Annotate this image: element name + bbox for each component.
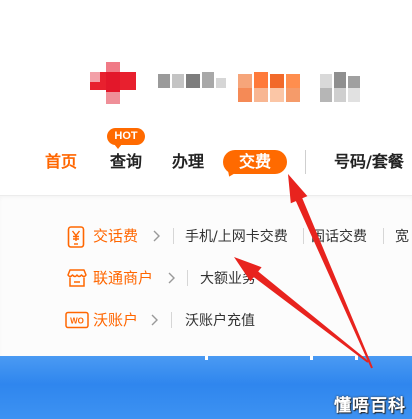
menu-link-landline-payment[interactable]: 固话交费 <box>311 228 367 246</box>
logo-mosaic-block <box>320 74 332 88</box>
menu-link-mobile-topup[interactable]: 手机/上网卡交费 <box>185 228 288 246</box>
blurred-logo[interactable] <box>88 60 376 108</box>
menu-divider <box>383 228 384 244</box>
menu-link-broadband[interactable]: 宽 <box>395 228 409 246</box>
logo-mosaic-block <box>286 88 300 102</box>
menu-category-unicom-merchant[interactable]: 联通商户 <box>93 269 153 287</box>
logo-mosaic-block <box>238 74 252 88</box>
banner-speck <box>355 356 358 360</box>
nav-item-query[interactable]: 查询 <box>110 152 142 172</box>
logo-mosaic-block <box>216 78 226 88</box>
nav-item-payment[interactable]: 交费 <box>223 150 287 174</box>
store-icon <box>67 269 87 287</box>
banner-speck <box>205 356 208 360</box>
chevron-right-icon <box>151 314 158 326</box>
menu-category-wo-account[interactable]: 沃账户 <box>93 311 138 329</box>
nav-item-handle[interactable]: 办理 <box>172 152 204 172</box>
watermark: 懂唔百科 <box>334 396 406 416</box>
logo-mosaic-block <box>238 88 252 102</box>
logo-mosaic-block <box>334 72 346 88</box>
logo-mosaic-block <box>286 74 300 88</box>
chevron-right-icon <box>168 272 175 284</box>
logo-mosaic-block <box>202 72 214 88</box>
logo-mosaic-block <box>254 72 268 88</box>
chevron-right-icon <box>153 230 160 242</box>
wo-icon-text: WO <box>70 317 84 326</box>
logo-mosaic-block <box>320 88 332 102</box>
menu-category-phone-bill[interactable]: 交话费 <box>93 227 138 245</box>
logo-mosaic-block <box>270 74 284 88</box>
logo-mosaic-block <box>348 76 360 88</box>
logo-mosaic-block <box>158 74 170 88</box>
banner-speck <box>310 356 313 360</box>
logo-mosaic-block <box>254 88 268 102</box>
menu-divider <box>187 270 188 286</box>
menu-divider <box>173 228 174 244</box>
nav-divider <box>305 150 306 174</box>
logo-mosaic-block <box>90 72 100 82</box>
logo-mosaic-block <box>348 88 360 102</box>
logo-mosaic-block <box>106 92 120 104</box>
logo-mosaic-block <box>270 88 284 102</box>
logo-mosaic-block <box>172 74 184 88</box>
menu-link-wo-recharge[interactable]: 沃账户充值 <box>185 312 255 330</box>
nav-item-number-plan[interactable]: 号码/套餐 <box>334 152 404 172</box>
logo-mosaic-block <box>186 74 200 88</box>
menu-divider <box>171 312 172 328</box>
phone-bill-icon <box>67 226 85 248</box>
menu-divider <box>303 228 304 244</box>
wo-account-icon: WO <box>65 311 89 329</box>
logo-mosaic-block <box>334 88 346 102</box>
hot-badge: HOT <box>107 128 145 149</box>
nav-item-home[interactable]: 首页 <box>45 152 77 172</box>
menu-link-large-amount[interactable]: 大额业务 <box>200 270 256 288</box>
